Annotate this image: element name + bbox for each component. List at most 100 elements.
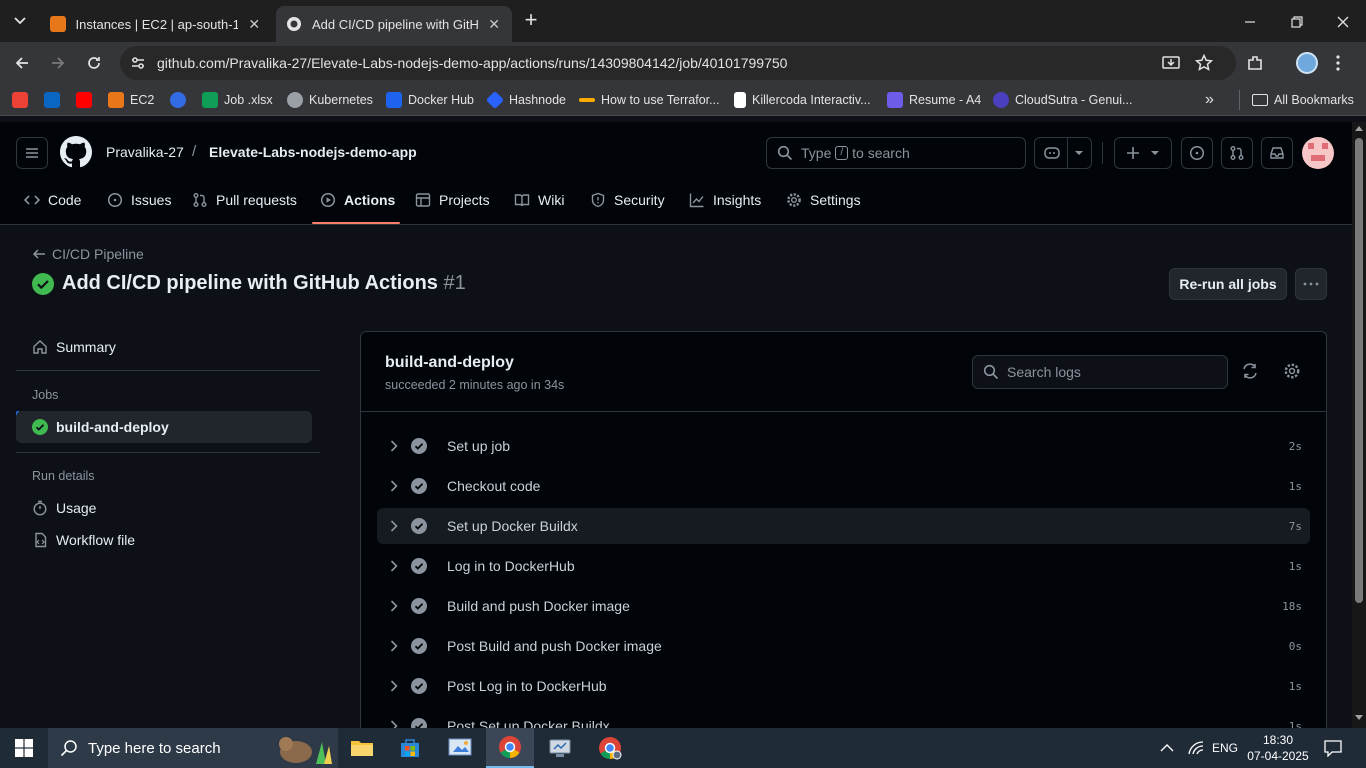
gear-icon[interactable] <box>1283 362 1301 380</box>
address-bar[interactable]: github.com/Pravalika-27/Elevate-Labs-nod… <box>120 46 1236 80</box>
bookmarks-bar: EC2 Job .xlsx Kubernetes Docker Hub Hash… <box>0 84 1366 116</box>
log-step-row[interactable]: Checkout code 1s <box>377 468 1310 504</box>
bookmark-gmail[interactable] <box>12 91 34 109</box>
scroll-up-icon[interactable] <box>1355 125 1363 131</box>
chevron-right-icon[interactable] <box>377 520 411 532</box>
reload-icon[interactable] <box>82 51 106 75</box>
scrollbar-thumb[interactable] <box>1355 138 1363 603</box>
bookmark-kubernetes[interactable]: Kubernetes <box>287 91 373 109</box>
tab-issues[interactable]: Issues <box>107 185 171 215</box>
tab-actions[interactable]: Actions <box>320 185 395 215</box>
all-bookmarks-button[interactable]: All Bookmarks <box>1252 91 1354 109</box>
step-success-icon <box>411 478 441 494</box>
bookmark-terraform[interactable]: How to use Terrafor... <box>579 91 720 109</box>
site-info-icon[interactable] <box>130 55 146 71</box>
copilot-button[interactable] <box>1034 137 1092 169</box>
chevron-right-icon[interactable] <box>377 560 411 572</box>
log-step-row[interactable]: Build and push Docker image 18s <box>377 588 1310 624</box>
bookmark-kubernetes-blue[interactable] <box>170 91 192 109</box>
chevron-right-icon[interactable] <box>377 640 411 652</box>
microsoft-store-icon[interactable] <box>386 728 434 768</box>
log-step-row[interactable]: Log in to DockerHub 1s <box>377 548 1310 584</box>
sidebar-usage[interactable]: Usage <box>16 492 312 524</box>
windows-start-icon[interactable] <box>0 728 48 768</box>
tab-settings[interactable]: Settings <box>786 185 861 215</box>
chevron-right-icon[interactable] <box>377 680 411 692</box>
wifi-icon[interactable] <box>1188 728 1204 768</box>
bookmark-youtube[interactable] <box>76 91 98 109</box>
bookmark-resume[interactable]: Resume - A4 <box>887 91 981 109</box>
bookmark-hashnode[interactable]: Hashnode <box>485 90 566 110</box>
forward-arrow-icon[interactable] <box>46 51 70 75</box>
bookmark-killercoda[interactable]: Killercoda Interactiv... <box>734 91 871 109</box>
browser-tab-github[interactable]: Add CI/CD pipeline with GitHub ✕ <box>276 6 512 42</box>
scroll-down-icon[interactable] <box>1355 715 1363 721</box>
chevron-right-icon[interactable] <box>377 720 411 728</box>
chrome-taskbar-icon[interactable] <box>486 728 534 768</box>
run-details-heading: Run details <box>32 469 95 483</box>
search-logs-input[interactable]: Search logs <box>972 355 1228 389</box>
chevron-right-icon[interactable] <box>377 440 411 452</box>
pull-requests-button[interactable] <box>1221 137 1253 169</box>
rerun-all-jobs-button[interactable]: Re-run all jobs <box>1169 268 1287 300</box>
more-options-button[interactable] <box>1295 268 1327 300</box>
sidebar-summary[interactable]: Summary <box>16 331 312 363</box>
install-app-icon[interactable] <box>1162 55 1180 71</box>
minimize-icon[interactable] <box>1240 12 1260 32</box>
chevron-right-icon[interactable] <box>377 600 411 612</box>
tab-projects[interactable]: Projects <box>415 185 490 215</box>
close-icon[interactable]: ✕ <box>246 16 262 32</box>
tab-insights[interactable]: Insights <box>689 185 761 215</box>
bookmark-linkedin[interactable] <box>44 91 66 109</box>
log-step-row[interactable]: Set up Docker Buildx 7s <box>377 508 1310 544</box>
bookmark-docker-hub[interactable]: Docker Hub <box>386 91 474 109</box>
taskbar-search-input[interactable]: Type here to search <box>48 728 338 768</box>
notifications-icon[interactable] <box>1324 728 1342 768</box>
extensions-icon[interactable] <box>1243 51 1267 75</box>
bookmark-job-xlsx[interactable]: Job .xlsx <box>202 91 273 109</box>
repo-owner-link[interactable]: Pravalika-27 <box>106 144 184 160</box>
tab-search-icon[interactable] <box>8 9 32 33</box>
issues-button[interactable] <box>1181 137 1213 169</box>
page-scrollbar[interactable] <box>1352 122 1366 728</box>
restore-icon[interactable] <box>1287 12 1307 32</box>
system-clock[interactable]: 18:30 07-04-2025 <box>1247 728 1309 768</box>
new-tab-button[interactable]: + <box>520 9 542 32</box>
repo-name-link[interactable]: Elevate-Labs-nodejs-demo-app <box>209 144 417 160</box>
log-step-row[interactable]: Post Set up Docker Buildx 1s <box>377 708 1310 728</box>
remote-desktop-icon[interactable] <box>536 728 584 768</box>
create-new-button[interactable] <box>1114 137 1172 169</box>
log-step-row[interactable]: Post Build and push Docker image 0s <box>377 628 1310 664</box>
chrome-menu-icon[interactable] <box>1326 51 1350 75</box>
log-step-row[interactable]: Set up job 2s <box>377 428 1310 464</box>
file-explorer-icon[interactable] <box>338 728 386 768</box>
hamburger-menu-button[interactable] <box>16 137 48 169</box>
inbox-button[interactable] <box>1261 137 1293 169</box>
close-window-icon[interactable] <box>1333 12 1353 32</box>
sidebar-job-build-and-deploy[interactable]: build-and-deploy <box>16 411 312 443</box>
language-indicator[interactable]: ENG <box>1212 728 1238 768</box>
log-step-row[interactable]: Post Log in to DockerHub 1s <box>377 668 1310 704</box>
tab-wiki[interactable]: Wiki <box>514 185 564 215</box>
bookmark-star-icon[interactable] <box>1195 54 1213 72</box>
global-search-input[interactable]: Type / to search <box>766 137 1026 169</box>
github-logo-icon[interactable] <box>60 136 92 168</box>
browser-tab-ec2[interactable]: Instances | EC2 | ap-south-1 ✕ <box>40 6 272 42</box>
back-to-workflow-link[interactable]: CI/CD Pipeline <box>32 246 144 262</box>
snipping-tool-icon[interactable] <box>436 728 484 768</box>
back-arrow-icon[interactable] <box>10 51 34 75</box>
bookmark-cloudsutra[interactable]: CloudSutra - Genui... <box>993 91 1132 109</box>
tab-pull-requests[interactable]: Pull requests <box>192 185 297 215</box>
sidebar-workflow-file[interactable]: Workflow file <box>16 524 312 556</box>
user-avatar[interactable] <box>1302 137 1334 169</box>
more-bookmarks-button[interactable]: » <box>1205 91 1214 109</box>
refresh-icon[interactable] <box>1241 362 1259 380</box>
profile-avatar[interactable] <box>1295 51 1319 75</box>
chevron-right-icon[interactable] <box>377 480 411 492</box>
tab-code[interactable]: Code <box>24 185 81 215</box>
close-icon[interactable]: ✕ <box>486 16 502 32</box>
chrome-profile-taskbar-icon[interactable] <box>586 728 634 768</box>
bookmark-ec2[interactable]: EC2 <box>108 91 154 109</box>
tab-security[interactable]: Security <box>590 185 665 215</box>
show-hidden-icons-icon[interactable] <box>1160 728 1174 768</box>
